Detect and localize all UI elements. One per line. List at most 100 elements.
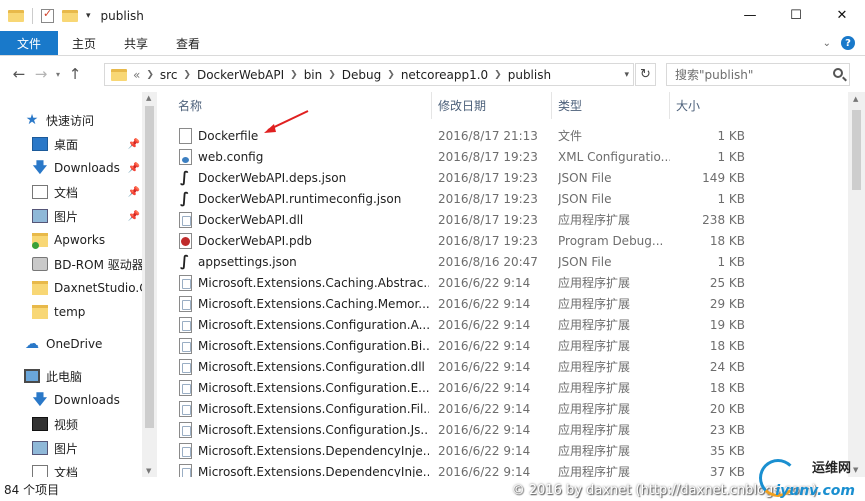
- properties-icon[interactable]: [41, 7, 54, 23]
- column-header-size[interactable]: 大小: [670, 92, 750, 119]
- close-button[interactable]: ✕: [819, 0, 865, 31]
- breadcrumb-item[interactable]: DockerWebAPI: [197, 68, 284, 82]
- scrollbar-thumb[interactable]: [852, 110, 861, 190]
- nav-item-downloads[interactable]: 🡇 Downloads 📌: [32, 157, 142, 179]
- chevron-right-icon[interactable]: ❯: [494, 70, 502, 80]
- chevron-right-icon[interactable]: ❯: [387, 70, 395, 80]
- navigation-scrollbar[interactable]: ▲ ▼: [142, 92, 157, 477]
- breadcrumb-item[interactable]: Debug: [342, 68, 381, 82]
- nav-item-apworks[interactable]: Apworks: [32, 229, 142, 251]
- file-name: DockerWebAPI.dll: [198, 212, 304, 227]
- scroll-up-icon[interactable]: ▲: [146, 94, 151, 102]
- dll-file-icon: [179, 400, 192, 417]
- file-date: 2016/8/16 20:47: [438, 254, 538, 269]
- tab-share[interactable]: 共享: [110, 31, 162, 55]
- new-folder-icon[interactable]: [62, 9, 78, 22]
- expand-ribbon-icon[interactable]: ⌄: [823, 38, 831, 49]
- folder-icon: [32, 305, 48, 319]
- file-row[interactable]: web.config 2016/8/17 19:23 XML Configura…: [172, 146, 848, 167]
- tab-view[interactable]: 查看: [162, 31, 214, 55]
- file-row[interactable]: DockerWebAPI.runtimeconfig.json 2016/8/1…: [172, 188, 848, 209]
- breadcrumb-item[interactable]: netcoreapp1.0: [401, 68, 488, 82]
- scroll-up-icon[interactable]: ▲: [853, 95, 858, 103]
- column-header-date[interactable]: 修改日期: [432, 92, 552, 119]
- nav-item-pictures[interactable]: 图片 📌: [32, 205, 142, 227]
- file-row[interactable]: Microsoft.Extensions.Configuration.Fil..…: [172, 398, 848, 419]
- file-list-scrollbar[interactable]: ▲ ▼: [848, 92, 865, 477]
- folder-icon[interactable]: [8, 9, 24, 22]
- nav-item-onedrive[interactable]: ☁ OneDrive: [24, 333, 142, 355]
- scrollbar-thumb[interactable]: [145, 106, 154, 428]
- nav-item-pc-pictures[interactable]: 图片: [32, 437, 142, 459]
- file-row[interactable]: Microsoft.Extensions.DependencyInje... 2…: [172, 461, 848, 477]
- pin-icon[interactable]: 📌: [128, 139, 140, 150]
- chevron-right-icon[interactable]: ❯: [290, 70, 298, 80]
- file-type: 应用程序扩展: [558, 423, 631, 437]
- search-placeholder: 搜索"publish": [675, 68, 754, 82]
- nav-item-this-pc[interactable]: 此电脑: [24, 365, 142, 387]
- file-row[interactable]: DockerWebAPI.dll 2016/8/17 19:23 应用程序扩展 …: [172, 209, 848, 230]
- file-row[interactable]: DockerWebAPI.pdb 2016/8/17 19:23 Program…: [172, 230, 848, 251]
- picture-icon: [32, 441, 48, 455]
- up-arrow-icon[interactable]: ↑: [64, 65, 86, 83]
- file-row[interactable]: Microsoft.Extensions.Configuration.Js...…: [172, 419, 848, 440]
- file-type: Program Debug...: [558, 233, 664, 248]
- file-row[interactable]: appsettings.json 2016/8/16 20:47 JSON Fi…: [172, 251, 848, 272]
- file-name: DockerWebAPI.runtimeconfig.json: [198, 191, 402, 206]
- file-row[interactable]: Microsoft.Extensions.Caching.Abstrac... …: [172, 272, 848, 293]
- scroll-down-icon[interactable]: ▼: [146, 467, 151, 475]
- search-input[interactable]: 搜索"publish": [666, 63, 850, 86]
- breadcrumb-item[interactable]: bin: [304, 68, 323, 82]
- file-size: 18 KB: [709, 338, 745, 353]
- file-row[interactable]: Microsoft.Extensions.Caching.Memor... 20…: [172, 293, 848, 314]
- tab-file[interactable]: 文件: [0, 31, 58, 55]
- dll-file-icon: [179, 337, 192, 354]
- help-icon[interactable]: ?: [841, 36, 855, 50]
- file-date: 2016/6/22 9:14: [438, 401, 531, 416]
- address-bar[interactable]: « ❯ src ❯ DockerWebAPI ❯ bin ❯ Debug ❯ n…: [104, 63, 634, 86]
- search-icon: [833, 68, 843, 78]
- pin-icon[interactable]: 📌: [128, 211, 140, 222]
- column-header-type[interactable]: 类型: [552, 92, 670, 119]
- pin-icon[interactable]: 📌: [128, 163, 140, 174]
- breadcrumb-current[interactable]: publish: [508, 68, 551, 82]
- nav-item-label: 图片: [54, 441, 79, 456]
- nav-item-desktop[interactable]: 桌面 📌: [32, 133, 142, 155]
- nav-item-bd-rom[interactable]: BD-ROM 驱动器: [32, 253, 142, 275]
- ribbon-right-controls: ⌄ ?: [823, 36, 855, 50]
- nav-item-label: DaxnetStudio.Co: [54, 281, 142, 295]
- chevron-right-icon[interactable]: ❯: [328, 70, 336, 80]
- breadcrumb-overflow[interactable]: «: [133, 68, 140, 82]
- nav-item-documents[interactable]: 文档 📌: [32, 181, 142, 203]
- back-arrow-icon[interactable]: ←: [8, 65, 30, 83]
- nav-item-daxnetstudio[interactable]: DaxnetStudio.Co: [32, 277, 142, 299]
- document-icon: [32, 465, 48, 477]
- maximize-button[interactable]: ☐: [773, 0, 819, 31]
- minimize-button[interactable]: —: [727, 0, 773, 31]
- tab-home[interactable]: 主页: [58, 31, 110, 55]
- customize-toolbar-caret-icon[interactable]: ▾: [86, 11, 91, 21]
- recent-locations-caret-icon[interactable]: ▾: [52, 70, 64, 79]
- nav-item-pc-documents[interactable]: 文档: [32, 461, 142, 477]
- chevron-right-icon: ❯: [146, 69, 154, 80]
- chevron-right-icon[interactable]: ❯: [183, 70, 191, 80]
- refresh-button[interactable]: ↻: [635, 63, 656, 86]
- nav-item-pc-downloads[interactable]: 🡇 Downloads: [32, 389, 142, 411]
- nav-item-temp[interactable]: temp: [32, 301, 142, 323]
- file-row[interactable]: DockerWebAPI.deps.json 2016/8/17 19:23 J…: [172, 167, 848, 188]
- file-row[interactable]: Microsoft.Extensions.Configuration.Bi...…: [172, 335, 848, 356]
- json-file-icon: [179, 252, 192, 270]
- file-row[interactable]: Microsoft.Extensions.DependencyInje... 2…: [172, 440, 848, 461]
- star-icon: ★: [25, 112, 39, 128]
- file-row[interactable]: Microsoft.Extensions.Configuration.E... …: [172, 377, 848, 398]
- address-dropdown-icon[interactable]: ▾: [624, 70, 629, 80]
- nav-item-videos[interactable]: 视频: [32, 413, 142, 435]
- file-row[interactable]: Microsoft.Extensions.Configuration.dll 2…: [172, 356, 848, 377]
- breadcrumb-item[interactable]: src: [160, 68, 178, 82]
- cloud-icon: ☁: [25, 336, 39, 352]
- forward-arrow-icon[interactable]: →: [30, 65, 52, 83]
- file-row[interactable]: Microsoft.Extensions.Configuration.A... …: [172, 314, 848, 335]
- pin-icon[interactable]: 📌: [128, 187, 140, 198]
- nav-item-label: 快速访问: [46, 113, 95, 128]
- nav-item-quick-access[interactable]: ★ 快速访问: [24, 109, 142, 131]
